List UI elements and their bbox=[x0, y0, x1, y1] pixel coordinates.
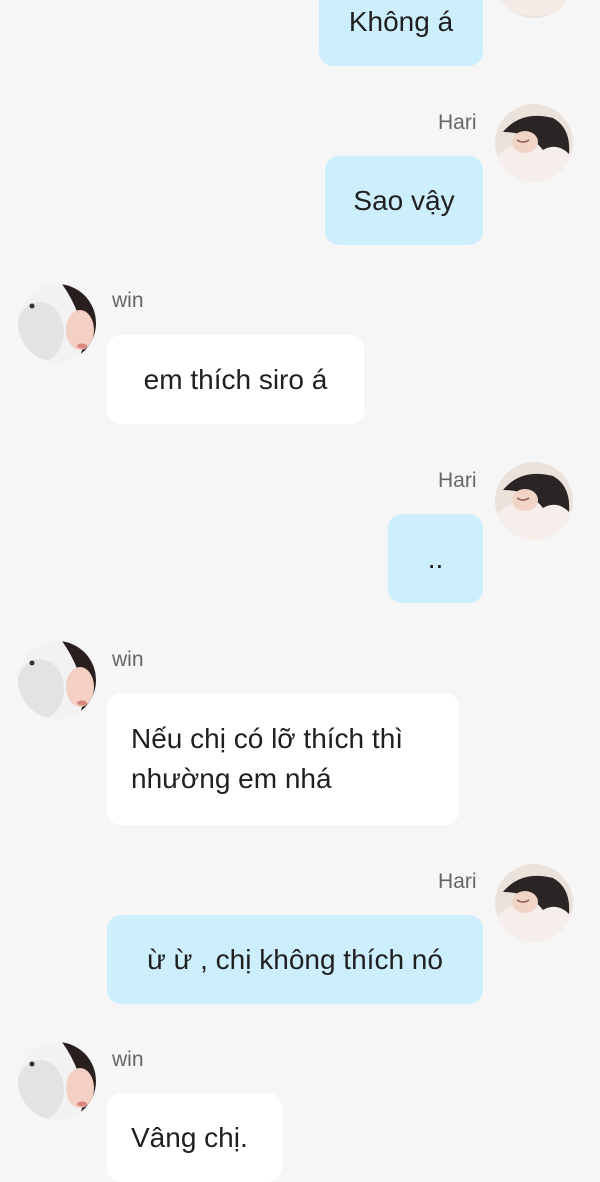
avatar-hari[interactable] bbox=[495, 462, 573, 540]
avatar-hari[interactable] bbox=[495, 0, 573, 18]
sender-name: Hari bbox=[438, 469, 477, 492]
avatar-win-image bbox=[18, 641, 96, 719]
avatar-hari-image bbox=[495, 462, 573, 540]
message-text-line: nhường em nhá bbox=[131, 763, 332, 794]
sender-name: win bbox=[112, 289, 144, 312]
avatar-win-image bbox=[18, 1042, 96, 1120]
message-bubble-own[interactable]: .. bbox=[388, 514, 483, 603]
message-text: em thích siro á bbox=[143, 363, 328, 395]
avatar-win-image bbox=[18, 284, 96, 362]
sender-name: win bbox=[112, 648, 144, 671]
avatar-hari-image bbox=[495, 0, 573, 18]
avatar-hari-image bbox=[495, 104, 573, 182]
sender-name: Hari bbox=[438, 111, 477, 134]
message-bubble-other[interactable]: Vâng chị. bbox=[107, 1093, 282, 1182]
message-bubble-own[interactable]: Sao vậy bbox=[325, 156, 483, 245]
message-text: .. bbox=[427, 542, 444, 574]
message-text: Sao vậy bbox=[353, 184, 455, 216]
avatar-win[interactable] bbox=[18, 284, 96, 362]
message-bubble-own[interactable]: ừ ừ , chị không thích nó bbox=[107, 915, 483, 1004]
message-bubble-other[interactable]: Nếu chị có lỡ thích thì nhường em nhá bbox=[107, 693, 459, 825]
message-text: Không á bbox=[348, 6, 454, 37]
message-bubble-own[interactable]: Không á bbox=[319, 0, 483, 66]
message-text: Vâng chị. bbox=[131, 1121, 248, 1153]
message-bubble-other[interactable]: em thích siro á bbox=[107, 335, 364, 424]
avatar-hari[interactable] bbox=[495, 104, 573, 182]
message-text-line: Nếu chị có lỡ thích thì bbox=[131, 723, 404, 754]
avatar-win[interactable] bbox=[18, 641, 96, 719]
avatar-win[interactable] bbox=[18, 1042, 96, 1120]
avatar-hari-image bbox=[495, 864, 573, 942]
avatar-hari[interactable] bbox=[495, 864, 573, 942]
message-text: ừ ừ , chị không thích nó bbox=[147, 943, 443, 975]
sender-name: win bbox=[112, 1048, 144, 1071]
sender-name: Hari bbox=[438, 870, 477, 893]
